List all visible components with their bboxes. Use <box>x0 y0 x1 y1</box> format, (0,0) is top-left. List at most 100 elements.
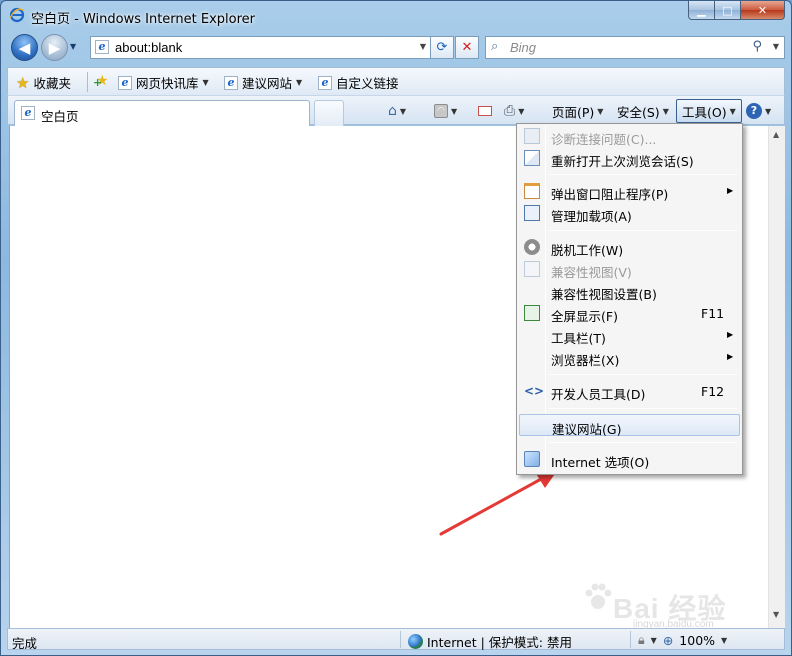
menu-item-diagnose[interactable]: 诊断连接问题(C)... <box>519 125 740 147</box>
print-button[interactable]: ⎙ ▼ <box>504 100 524 122</box>
rss-icon: ◠ <box>434 104 448 118</box>
menu-item-compat-settings[interactable]: 兼容性视图设置(B) <box>519 280 740 302</box>
search-input[interactable]: Bing <box>510 40 536 55</box>
tab-blank-page[interactable]: e 空白页 <box>14 100 310 126</box>
menu-item-shortcut: F11 <box>701 306 725 321</box>
fav-item-customize-links[interactable]: e 自定义链接 <box>318 73 399 92</box>
command-bar: e 空白页 ⌂ ▼ ◠ ▼ ⎙ ▼ 页面(P) ▼ 安全(S) ▼ 工具(O) <box>7 95 785 126</box>
watermark-subtext: jingyan.baidu.com <box>633 619 714 630</box>
zoom-controls[interactable]: 🔒︎ ▼ ⊕ 100% ▼ <box>638 632 727 648</box>
mail-icon <box>478 106 492 116</box>
favorites-label: 收藏夹 <box>33 76 71 91</box>
chevron-down-icon: ▼ <box>399 106 407 116</box>
menu-item-label: 开发人员工具(D) <box>551 387 646 402</box>
internet-options-icon <box>524 451 540 467</box>
favorites-bar: ★ 收藏夹 ★ e 网页快讯库 ▼ e 建议网站 ▼ e 自定义链接 <box>7 67 785 95</box>
recent-pages-dropdown[interactable]: ▼ <box>70 42 76 51</box>
chevron-down-icon: ▼ <box>729 106 736 116</box>
page-icon: e <box>95 40 109 54</box>
tools-menu-label: 工具(O) <box>682 104 727 120</box>
fullscreen-icon <box>524 305 540 321</box>
search-options-dropdown-icon[interactable]: ▼ <box>773 42 779 51</box>
back-button[interactable]: ◀ <box>11 34 38 61</box>
vertical-scrollbar[interactable]: ▲ ▼ <box>768 126 785 628</box>
add-favorite-icon: ★ <box>93 73 108 89</box>
favorites-button[interactable]: ★ 收藏夹 <box>16 73 71 92</box>
watermark-paw-icon <box>585 583 612 609</box>
tools-menu-button[interactable]: 工具(O) ▼ <box>676 99 742 123</box>
fav-item-web-slice-gallery[interactable]: e 网页快讯库 ▼ <box>118 73 209 92</box>
menu-item-internet-options[interactable]: Internet 选项(O) <box>519 448 740 470</box>
ie-logo-icon <box>9 7 25 23</box>
feeds-button[interactable]: ◠ ▼ <box>434 100 457 122</box>
tab-label: 空白页 <box>41 109 79 124</box>
page-menu-label: 页面(P) <box>552 104 595 120</box>
menu-separator <box>549 230 737 231</box>
help-icon: ? <box>746 103 762 119</box>
help-button[interactable]: ? ▼ <box>746 100 771 122</box>
menu-item-label: 管理加载项(A) <box>551 209 632 224</box>
security-zone[interactable]: Internet | 保护模式: 禁用 <box>408 632 572 651</box>
menu-item-manage-addons[interactable]: 管理加载项(A) <box>519 202 740 224</box>
ie-window: 空白页 - Windows Internet Explorer ▁ □ ✕ ◀ … <box>0 0 792 656</box>
forward-button[interactable]: ▶ <box>41 34 68 61</box>
stop-button[interactable]: ✕ <box>455 36 479 59</box>
addons-icon <box>524 205 540 221</box>
favorites-divider <box>87 72 88 92</box>
scroll-down-icon[interactable]: ▼ <box>773 610 779 619</box>
menu-item-compat-view[interactable]: 兼容性视图(V) <box>519 258 740 280</box>
add-to-favorites-bar-button[interactable]: ★ <box>93 73 108 89</box>
fav-item-suggested-sites[interactable]: e 建议网站 ▼ <box>224 73 302 92</box>
submenu-arrow-icon: ▶ <box>727 186 734 195</box>
menu-item-label: 兼容性视图设置(B) <box>551 287 657 302</box>
menu-item-label: 工具栏(T) <box>551 331 606 346</box>
menu-item-label: 全屏显示(F) <box>551 309 618 324</box>
page-menu-button[interactable]: 页面(P) ▼ <box>552 100 603 122</box>
lock-icon: 🔒︎ <box>638 632 645 647</box>
back-arrow-icon: ◀ <box>18 38 31 57</box>
menu-item-shortcut: F12 <box>701 384 725 399</box>
home-button[interactable]: ⌂ ▼ <box>388 100 406 122</box>
read-mail-button[interactable] <box>478 100 492 122</box>
menu-item-suggested-sites[interactable]: 建议网站(G) <box>519 414 740 437</box>
menu-separator <box>549 174 737 175</box>
print-icon: ⎙ <box>504 103 516 119</box>
maximize-button[interactable]: □ <box>715 1 741 20</box>
menu-item-reopen-session[interactable]: 重新打开上次浏览会话(S) <box>519 147 740 169</box>
favorites-star-icon: ★ <box>16 73 30 92</box>
reopen-session-icon <box>524 150 540 166</box>
safety-menu-button[interactable]: 安全(S) ▼ <box>617 100 669 122</box>
menu-item-developer-tools[interactable]: <> 开发人员工具(D) F12 <box>519 380 740 402</box>
menu-item-fullscreen[interactable]: 全屏显示(F) F11 <box>519 302 740 324</box>
zoom-level: 100% <box>679 632 716 648</box>
refresh-button[interactable]: ⟳ <box>430 36 454 59</box>
fav-item-label: 网页快讯库 <box>136 76 199 91</box>
zoom-icon: ⊕ <box>662 632 674 648</box>
new-tab-button[interactable] <box>314 100 344 126</box>
close-button[interactable]: ✕ <box>741 1 785 20</box>
submenu-arrow-icon: ▶ <box>727 330 734 339</box>
search-box[interactable]: ⌕ Bing ⚲ ▼ <box>485 36 785 59</box>
page-icon: e <box>118 75 132 90</box>
menu-separator <box>549 374 737 375</box>
submenu-arrow-icon: ▶ <box>727 352 734 361</box>
menu-item-label: 浏览器栏(X) <box>551 353 620 368</box>
menu-item-popup-blocker[interactable]: 弹出窗口阻止程序(P) ▶ <box>519 180 740 202</box>
status-bar: 完成 Internet | 保护模式: 禁用 🔒︎ ▼ ⊕ 100% ▼ <box>7 628 785 651</box>
page-icon: e <box>318 75 332 90</box>
search-provider-icon: ⌕ <box>491 39 499 54</box>
scroll-up-icon[interactable]: ▲ <box>773 130 779 139</box>
minimize-button[interactable]: ▁ <box>688 1 715 20</box>
navigation-bar: ◀ ▶ ▼ e about:blank ▼ ⟳ ✕ ⌕ Bing ⚲ ▼ <box>9 33 785 63</box>
menu-item-work-offline[interactable]: 脱机工作(W) <box>519 236 740 258</box>
address-dropdown-icon[interactable]: ▼ <box>420 42 426 51</box>
window-controls: ▁ □ ✕ <box>688 1 785 21</box>
address-bar[interactable]: e about:blank ▼ <box>90 36 431 59</box>
menu-item-toolbars[interactable]: 工具栏(T) ▶ <box>519 324 740 346</box>
address-input[interactable]: about:blank <box>115 40 182 55</box>
search-icon[interactable]: ⚲ <box>752 39 762 54</box>
chevron-down-icon: ▼ <box>296 78 303 87</box>
menu-item-explorer-bars[interactable]: 浏览器栏(X) ▶ <box>519 346 740 368</box>
compat-view-icon <box>524 261 540 277</box>
page-icon: e <box>224 75 238 90</box>
